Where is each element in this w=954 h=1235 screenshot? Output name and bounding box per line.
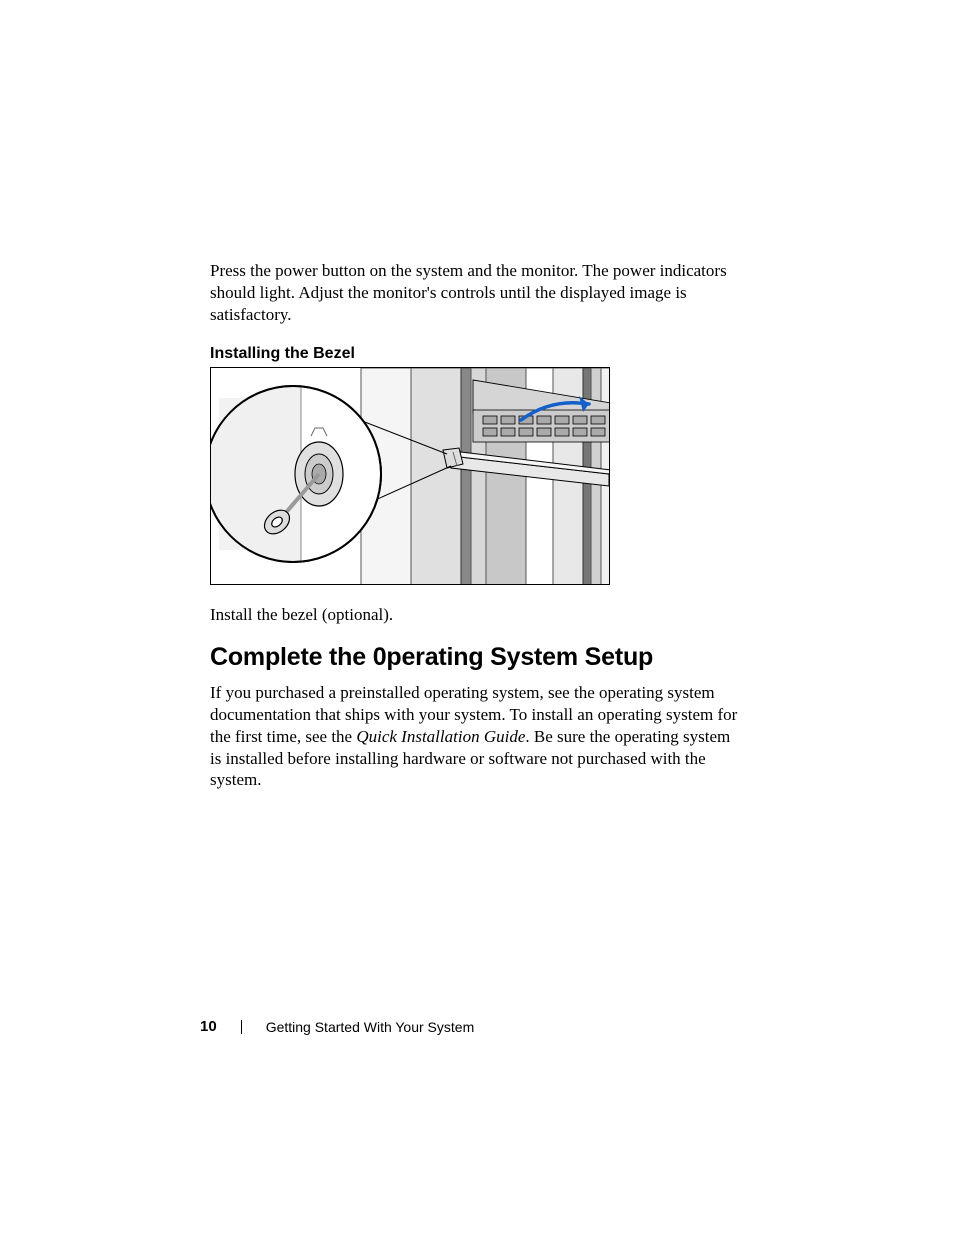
footer-separator (241, 1020, 242, 1034)
figure-caption: Install the bezel (optional). (210, 605, 740, 625)
intro-paragraph: Press the power button on the system and… (210, 260, 740, 325)
heading-complete-os-setup: Complete the 0perating System Setup (210, 643, 740, 672)
page-number: 10 (200, 1018, 217, 1035)
sub-heading-installing-bezel: Installing the Bezel (210, 345, 740, 363)
page-footer: 10 Getting Started With Your System (200, 1018, 474, 1035)
os-setup-paragraph: If you purchased a preinstalled operatin… (210, 682, 740, 791)
quick-install-guide-ref: Quick Installation Guide (356, 727, 525, 746)
figure-installing-bezel (210, 367, 610, 585)
page-content-area: Press the power button on the system and… (210, 260, 740, 805)
footer-section-title: Getting Started With Your System (266, 1019, 475, 1035)
bezel-illustration (211, 368, 610, 585)
